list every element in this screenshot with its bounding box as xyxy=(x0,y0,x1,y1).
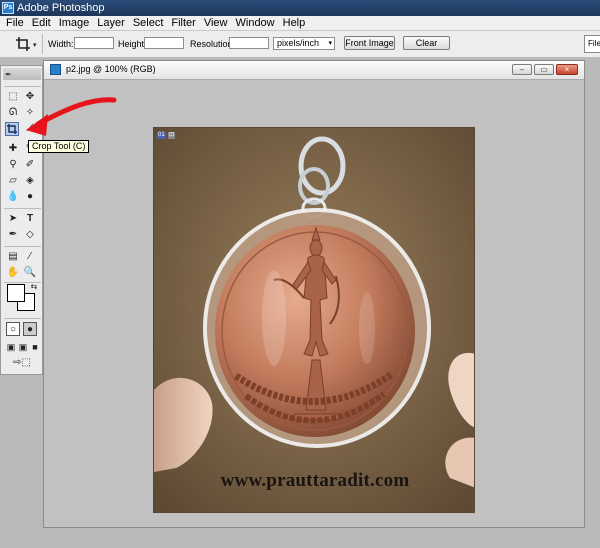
red-annotation-arrow-icon xyxy=(26,97,117,136)
width-field[interactable] xyxy=(74,37,114,49)
menu-bar: File Edit Image Layer Select Filter View Window… xyxy=(0,16,600,31)
resolution-units-value: pixels/inch xyxy=(277,38,320,48)
tool-preset-dropdown-icon[interactable]: ▾ xyxy=(33,41,37,49)
history-brush-tool-icon[interactable]: ✐ xyxy=(23,158,37,172)
toolbox-divider xyxy=(4,246,41,247)
menu-filter[interactable]: Filter xyxy=(167,16,199,30)
path-selection-tool-icon[interactable]: ➤ xyxy=(6,212,20,226)
eraser-tool-icon[interactable]: ▱ xyxy=(6,174,20,188)
jump-to-imageready-icon[interactable]: ⇨⬚ xyxy=(9,356,35,370)
pen-tool-icon[interactable]: ✒ xyxy=(6,228,20,242)
menu-edit[interactable]: Edit xyxy=(28,16,55,30)
menu-select[interactable]: Select xyxy=(129,16,168,30)
document-title: p2.jpg @ 100% (RGB) xyxy=(66,64,156,74)
blur-tool-icon[interactable]: 💧 xyxy=(6,190,20,204)
hand-tool-icon[interactable]: ✋ xyxy=(6,266,20,280)
slice-number-badge: 01 xyxy=(157,132,166,139)
eyedropper-tool-icon[interactable]: ⁄ xyxy=(23,250,37,264)
resolution-field[interactable] xyxy=(229,37,269,49)
amulet-photo xyxy=(154,128,474,512)
toolbox-divider xyxy=(4,86,41,87)
photoshop-logo-icon: Ps xyxy=(2,2,14,14)
menu-layer[interactable]: Layer xyxy=(93,16,129,30)
close-button[interactable]: × xyxy=(556,64,578,75)
lasso-tool-icon[interactable]: ᘏ xyxy=(6,106,20,120)
canvas-area[interactable]: 01 ⊡ www.prauttaradit.com xyxy=(44,80,584,527)
app-title: Adobe Photoshop xyxy=(17,2,105,14)
clone-stamp-tool-icon[interactable]: ⚲ xyxy=(6,158,20,172)
chevron-down-icon: ▾ xyxy=(328,40,332,47)
crop-tool-tooltip: Crop Tool (C) xyxy=(28,140,90,153)
zoom-tool-icon[interactable]: 🔍 xyxy=(23,266,37,280)
height-field[interactable] xyxy=(144,37,184,49)
standard-mode-icon[interactable]: ○ xyxy=(6,322,20,336)
quick-mask-mode-icon[interactable]: ● xyxy=(23,322,37,336)
menu-window[interactable]: Window xyxy=(232,16,279,30)
screen-mode-full-icon[interactable]: ■ xyxy=(28,340,42,354)
document-icon xyxy=(50,64,61,75)
feather-icon: ✒ xyxy=(5,70,12,79)
resolution-units-select[interactable]: pixels/inch ▾ xyxy=(273,37,335,50)
file-browser-tab[interactable]: File xyxy=(584,35,600,53)
app-title-bar: Ps Adobe Photoshop xyxy=(0,0,600,16)
minimize-button[interactable]: – xyxy=(512,64,532,75)
dodge-tool-icon[interactable]: ● xyxy=(23,190,37,204)
document-image[interactable]: 01 ⊡ www.prauttaradit.com xyxy=(153,127,475,513)
document-title-bar[interactable]: p2.jpg @ 100% (RGB) – ▭ × xyxy=(44,61,584,80)
marquee-tool-icon[interactable]: ⬚ xyxy=(6,90,20,104)
swap-colors-icon[interactable]: ⇆ xyxy=(27,280,41,294)
type-tool-icon[interactable]: T xyxy=(23,212,37,226)
crop-tool-icon[interactable] xyxy=(5,122,19,136)
clear-button[interactable]: Clear xyxy=(403,36,450,50)
toolbox-divider xyxy=(4,318,41,319)
options-separator xyxy=(42,34,43,54)
options-bar: ▾ Width: Height: Resolution: pixels/inch… xyxy=(0,31,600,58)
notes-tool-icon[interactable]: ▤ xyxy=(6,250,20,264)
height-label: Height: xyxy=(118,39,147,49)
menu-view[interactable]: View xyxy=(200,16,232,30)
menu-help[interactable]: Help xyxy=(279,16,310,30)
restore-button[interactable]: ▭ xyxy=(534,64,554,75)
document-window: p2.jpg @ 100% (RGB) – ▭ × 01 ⊡ www.praut… xyxy=(43,60,585,528)
toolbox-divider xyxy=(4,208,41,209)
slice-icon: ⊡ xyxy=(168,132,176,139)
image-watermark: www.prauttaradit.com xyxy=(220,470,410,491)
healing-brush-tool-icon[interactable]: ✚ xyxy=(6,142,20,156)
menu-image[interactable]: Image xyxy=(55,16,94,30)
foreground-color-swatch[interactable] xyxy=(7,284,25,302)
width-label: Width: xyxy=(48,39,74,49)
paint-bucket-tool-icon[interactable]: ◈ xyxy=(23,174,37,188)
menu-file[interactable]: File xyxy=(0,16,28,30)
shape-tool-icon[interactable]: ◇ xyxy=(23,228,37,242)
crop-tool-preset-icon[interactable] xyxy=(14,35,32,53)
front-image-button[interactable]: Front Image xyxy=(344,36,395,50)
